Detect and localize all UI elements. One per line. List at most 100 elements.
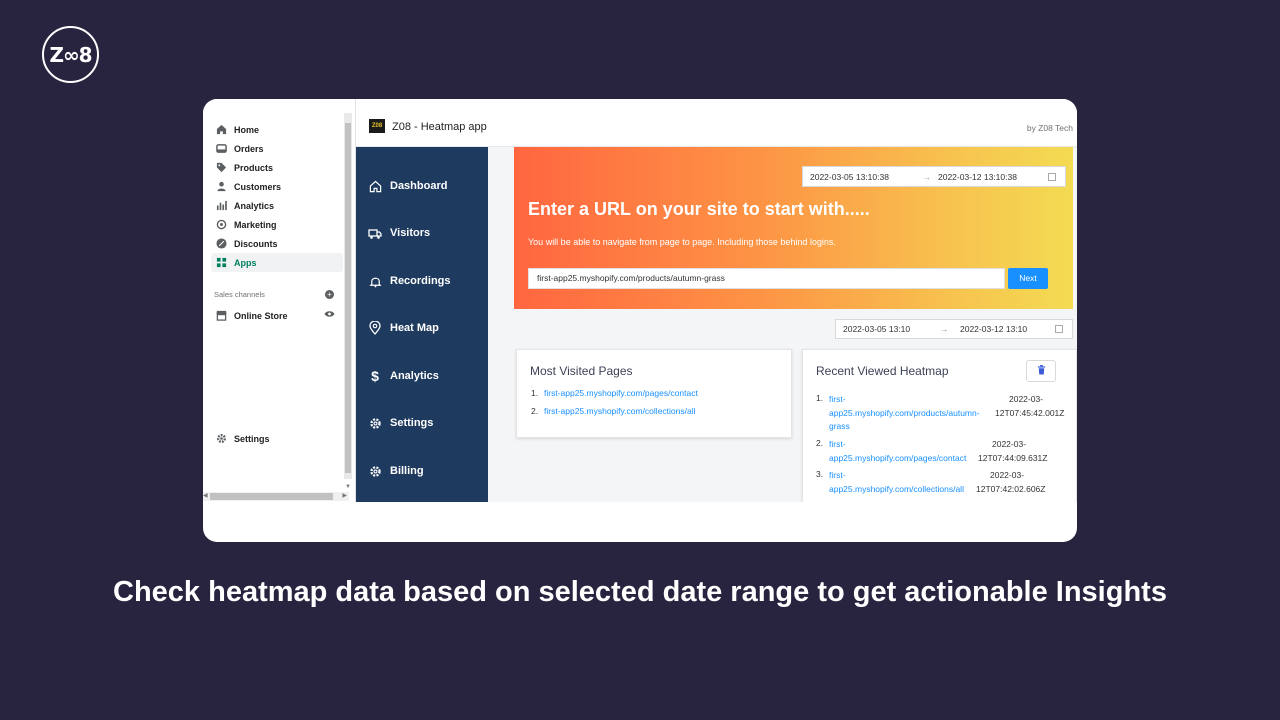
tag-icon xyxy=(215,162,227,174)
admin-sidebar: Home Orders Products Customers Analytics… xyxy=(203,99,356,502)
list-item: 2. first-app25.myshopify.com/collections… xyxy=(531,406,698,424)
sidebar-horizontal-scrollbar[interactable]: ◀ ▶ xyxy=(203,492,349,501)
admin-nav-label: Apps xyxy=(234,257,257,268)
sales-channels-header: Sales channels + xyxy=(214,290,334,299)
person-icon xyxy=(215,181,227,193)
admin-nav: Home Orders Products Customers Analytics… xyxy=(211,120,343,272)
calendar-icon[interactable] xyxy=(1048,173,1056,181)
admin-nav-label: Orders xyxy=(234,143,264,154)
scroll-left-arrow-icon[interactable]: ◀ xyxy=(203,492,208,499)
admin-nav-apps[interactable]: Apps xyxy=(211,253,343,272)
bell-icon xyxy=(368,274,382,288)
scrollbar-thumb[interactable] xyxy=(345,123,351,473)
timestamp-line: 12T07:45:42.001Z xyxy=(995,407,1065,418)
hero-date-range-picker[interactable]: 2022-03-05 13:10:38 → 2022-03-12 13:10:3… xyxy=(802,166,1066,187)
admin-nav-settings[interactable]: Settings xyxy=(211,429,343,448)
page-link[interactable]: first-app25.myshopify.com/pages/contact xyxy=(544,388,698,406)
gear-icon xyxy=(368,464,382,478)
apps-icon xyxy=(215,257,227,269)
add-channel-icon[interactable]: + xyxy=(325,290,334,299)
app-nav-label: Dashboard xyxy=(390,180,448,192)
admin-nav-label: Online Store xyxy=(234,310,288,321)
gear-icon xyxy=(215,433,227,445)
banner-subtitle: You will be able to navigate from page t… xyxy=(528,237,836,247)
app-nav-settings[interactable]: Settings xyxy=(368,416,433,430)
admin-nav-label: Products xyxy=(234,162,274,173)
calendar-icon[interactable] xyxy=(1055,325,1063,333)
admin-nav-analytics[interactable]: Analytics xyxy=(211,196,343,215)
app-nav-analytics[interactable]: $ Analytics xyxy=(368,368,439,384)
admin-nav-products[interactable]: Products xyxy=(211,158,343,177)
store-icon xyxy=(215,310,227,322)
page-link[interactable]: first-app25.myshopify.com/collections/al… xyxy=(544,406,696,424)
truck-icon xyxy=(368,226,382,240)
eye-icon[interactable] xyxy=(324,310,335,321)
list-item: 1. first-app25.myshopify.com/pages/conta… xyxy=(531,388,698,406)
app-nav-dashboard[interactable]: Dashboard xyxy=(368,179,447,193)
bar-chart-icon xyxy=(215,200,227,212)
list-number: 1. xyxy=(531,388,539,398)
admin-nav-marketing[interactable]: Marketing xyxy=(211,215,343,234)
location-pin-icon xyxy=(368,321,382,335)
app-nav-recordings[interactable]: Recordings xyxy=(368,274,451,288)
admin-nav-label: Discounts xyxy=(234,238,278,249)
admin-nav-discounts[interactable]: Discounts xyxy=(211,234,343,253)
date-start[interactable]: 2022-03-05 13:10 xyxy=(843,324,910,334)
main-content: 2022-03-05 13:10:38 → 2022-03-12 13:10:3… xyxy=(488,147,1077,502)
timestamp: 2022-03- 12T07:44:09.631Z xyxy=(978,438,1047,465)
delete-button[interactable] xyxy=(1026,360,1056,382)
heatmap-link[interactable]: first- app25.myshopify.com/products/autu… xyxy=(829,393,980,434)
list-number: 2. xyxy=(531,406,539,416)
admin-nav-home[interactable]: Home xyxy=(211,120,343,139)
scroll-down-arrow-icon[interactable]: ▼ xyxy=(345,484,351,490)
admin-nav-label: Analytics xyxy=(234,200,275,211)
timestamp-line: 2022-03- xyxy=(1009,394,1044,404)
card-title: Most Visited Pages xyxy=(530,364,633,378)
list-number: 2. xyxy=(816,438,824,448)
date-range-picker[interactable]: 2022-03-05 13:10 → 2022-03-12 13:10 xyxy=(835,319,1073,339)
app-nav-label: Analytics xyxy=(390,370,439,382)
date-end[interactable]: 2022-03-12 13:10:38 xyxy=(938,172,1017,182)
app-title: Z08 - Heatmap app xyxy=(392,121,487,133)
heatmap-link-line: first- xyxy=(829,470,846,480)
timestamp: 2022-03- 12T07:42:02.606Z xyxy=(976,469,1045,496)
heatmap-link-line: first- xyxy=(829,439,846,449)
date-start[interactable]: 2022-03-05 13:10:38 xyxy=(810,172,889,182)
next-button[interactable]: Next xyxy=(1008,268,1048,289)
app-nav-billing[interactable]: Billing xyxy=(368,464,424,478)
admin-nav-online-store[interactable]: Online Store xyxy=(211,306,335,325)
home-icon xyxy=(368,179,382,193)
scroll-right-arrow-icon[interactable]: ▶ xyxy=(342,492,347,499)
app-nav-visitors[interactable]: Visitors xyxy=(368,226,430,240)
heatmap-link[interactable]: first- app25.myshopify.com/pages/contact xyxy=(829,438,966,465)
home-icon xyxy=(215,124,227,136)
admin-nav-label: Settings xyxy=(234,433,270,444)
admin-nav-customers[interactable]: Customers xyxy=(211,177,343,196)
date-separator-arrow-icon: → xyxy=(940,324,949,334)
sidebar-vertical-scrollbar[interactable]: ▼ xyxy=(344,113,352,490)
app-sidebar: Dashboard Visitors Recordings Heat Map $… xyxy=(356,147,488,502)
heatmap-link-line: app25.myshopify.com/pages/contact xyxy=(829,452,967,463)
app-nav-heat-map[interactable]: Heat Map xyxy=(368,321,439,335)
brand-logo: Z∞8 xyxy=(42,26,99,83)
admin-nav-label: Home xyxy=(234,124,260,135)
app-nav-label: Settings xyxy=(390,417,434,429)
url-input[interactable]: first-app25.myshopify.com/products/autum… xyxy=(528,268,1005,289)
date-end[interactable]: 2022-03-12 13:10 xyxy=(960,324,1027,334)
admin-nav-label: Marketing xyxy=(234,219,277,230)
app-header: Z08 Z08 - Heatmap app by Z08 Tech xyxy=(356,99,1077,147)
banner-title: Enter a URL on your site to start with..… xyxy=(528,199,870,219)
timestamp-line: 12T07:42:02.606Z xyxy=(976,483,1046,494)
recent-viewed-heatmap-card: Recent Viewed Heatmap 1. first- app25.my… xyxy=(802,349,1077,502)
date-separator-arrow-icon: → xyxy=(923,173,931,182)
list-number: 1. xyxy=(816,393,824,403)
sales-channels-label: Sales channels xyxy=(214,290,265,299)
app-screenshot-frame: Home Orders Products Customers Analytics… xyxy=(203,99,1077,542)
heatmap-link[interactable]: first- app25.myshopify.com/collections/a… xyxy=(829,469,964,496)
discount-icon xyxy=(215,238,227,250)
admin-nav-orders[interactable]: Orders xyxy=(211,139,343,158)
trash-icon xyxy=(1037,362,1046,380)
most-visited-list: 1. first-app25.myshopify.com/pages/conta… xyxy=(531,388,698,424)
timestamp-line: 2022-03- xyxy=(990,470,1025,480)
scrollbar-thumb[interactable] xyxy=(210,493,333,500)
